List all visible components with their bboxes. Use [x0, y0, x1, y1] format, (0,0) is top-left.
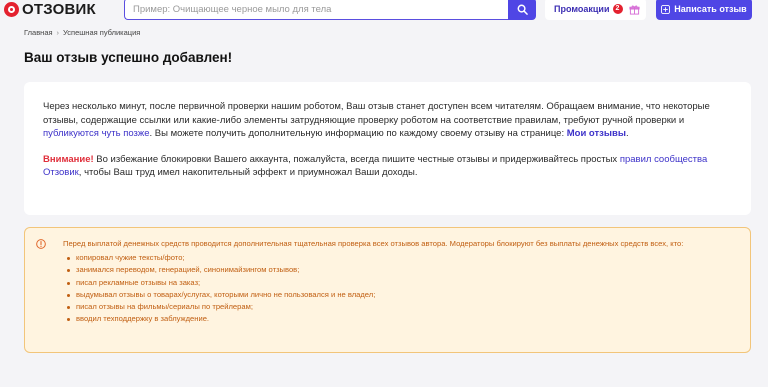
search-icon — [517, 4, 528, 15]
breadcrumb-home[interactable]: Главная — [24, 28, 53, 37]
list-item: писал отзывы на фильмы/сериалы по трейле… — [67, 301, 730, 313]
success-info-card: Через несколько минут, после первичной п… — [24, 82, 751, 215]
search-bar — [124, 0, 536, 20]
info-paragraph: Через несколько минут, после первичной п… — [43, 100, 731, 141]
info-text: . — [625, 128, 629, 139]
logo-text: ОТЗОВИК — [22, 0, 96, 18]
write-review-label: Написать отзыв — [674, 4, 747, 14]
page-title: Ваш отзыв успешно добавлен! — [24, 50, 233, 65]
warning-label: Внимание! — [43, 153, 94, 165]
top-header: ОТЗОВИК Промоакции 2 Написать отзыв — [0, 0, 768, 21]
search-button[interactable] — [508, 0, 536, 20]
my-reviews-link[interactable]: Мои отзывы — [567, 128, 626, 139]
alert-list: копировал чужие тексты/фото; занимался п… — [63, 252, 730, 325]
list-item: писал рекламные отзывы на заказ; — [67, 277, 730, 289]
payout-alert: Перед выплатой денежных средств проводит… — [24, 227, 751, 353]
list-item: вводил техподдержку в заблуждение. — [67, 313, 730, 325]
plus-icon — [661, 4, 671, 14]
warning-text: , чтобы Ваш труд имел накопительный эффе… — [78, 167, 418, 178]
list-item: копировал чужие тексты/фото; — [67, 252, 730, 264]
promo-button[interactable]: Промоакции 2 — [545, 0, 646, 20]
info-text: Через несколько минут, после первичной п… — [43, 101, 710, 126]
logo-icon — [4, 1, 19, 17]
breadcrumb-current: Успешная публикация — [63, 28, 141, 37]
gift-icon — [628, 5, 640, 15]
warning-text: Во избежание блокировки Вашего аккаунта,… — [93, 153, 620, 165]
site-logo[interactable]: ОТЗОВИК — [4, 0, 96, 18]
published-later-link[interactable]: публикуются чуть позже — [43, 128, 150, 139]
breadcrumb: Главная › Успешная публикация — [24, 28, 140, 37]
warning-paragraph: Внимание! Во избежание блокировки Вашего… — [43, 153, 731, 180]
warning-circle-icon — [36, 239, 46, 249]
alert-intro: Перед выплатой денежных средств проводит… — [63, 239, 684, 248]
write-review-button[interactable]: Написать отзыв — [656, 0, 752, 20]
chevron-right-icon: › — [56, 28, 60, 37]
search-input[interactable] — [124, 0, 508, 20]
list-item: занимался переводом, генерацией, синоним… — [67, 264, 730, 276]
promo-label: Промоакции — [554, 4, 610, 14]
promo-count-badge: 2 — [612, 4, 623, 14]
list-item: выдумывал отзывы о товарах/услугах, кото… — [67, 289, 730, 301]
info-text: . Вы можете получить дополнительную инфо… — [149, 128, 567, 139]
